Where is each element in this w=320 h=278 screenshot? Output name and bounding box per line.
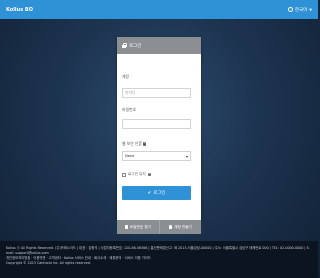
username-placeholder: 아이디 (125, 90, 136, 95)
login-button-label: 로그인 (153, 191, 166, 196)
password-input[interactable] (122, 119, 191, 129)
login-button[interactable]: ✔ 로그인 (122, 186, 191, 200)
otp-selected-value: None (125, 154, 135, 158)
otp-label: 웹 보안 인증 ? (122, 141, 147, 147)
site-footer: Kollus ⓒ All Rights Reserved. (주)카테노이드 |… (0, 241, 318, 278)
otp-select[interactable]: None ▾ (122, 151, 191, 161)
brand-logo[interactable]: Kollus BO (6, 7, 33, 13)
login-panel-footer: 비밀번호 찾기 계정 만들기 (117, 220, 201, 234)
caret-down-icon: ▼ (309, 7, 312, 12)
footer-text-line3: Copyright © 2013 Catenoid Inc. All right… (6, 261, 91, 265)
username-input[interactable]: 아이디 (122, 88, 191, 98)
language-selector[interactable]: 한국어 ▼ (287, 7, 312, 13)
otp-label-text: 웹 보안 인증 (122, 141, 142, 146)
lock-icon (122, 43, 128, 48)
help-icon[interactable]: ? (147, 172, 152, 177)
find-password-link[interactable]: 비밀번호 찾기 (117, 220, 159, 234)
remember-login-label: 로그인 유지 (128, 172, 146, 176)
check-icon: ✔ (147, 190, 152, 196)
top-navigation-bar: Kollus BO 한국어 ▼ (0, 0, 318, 19)
remember-login-checkbox[interactable] (122, 172, 126, 177)
help-icon[interactable]: ? (142, 142, 147, 146)
find-password-label: 비밀번호 찾기 (130, 224, 151, 229)
login-panel-header: 로그인 (117, 37, 201, 54)
person-icon (168, 225, 173, 229)
language-label: 한국어 (294, 7, 308, 13)
username-label: 계정 (122, 74, 129, 79)
login-panel-title: 로그인 (129, 43, 142, 49)
remember-login-row[interactable]: 로그인 유지 ? (122, 172, 152, 177)
globe-icon (287, 7, 293, 12)
key-icon (124, 225, 128, 229)
signup-label: 계정 만들기 (174, 224, 192, 229)
footer-text-line1: Kollus ⓒ All Rights Reserved. (주)카테노이드 |… (6, 246, 310, 255)
signup-link[interactable]: 계정 만들기 (158, 220, 202, 234)
chevron-down-icon: ▾ (185, 153, 188, 159)
password-label: 비밀번호 (122, 107, 136, 112)
